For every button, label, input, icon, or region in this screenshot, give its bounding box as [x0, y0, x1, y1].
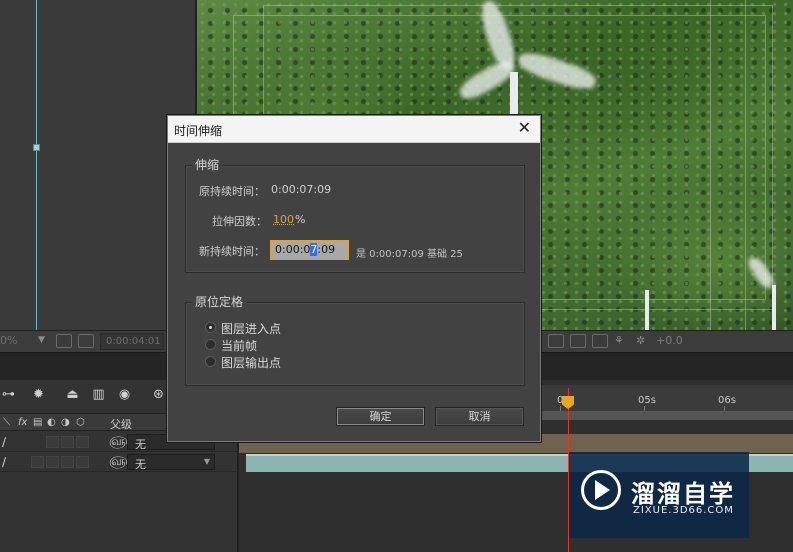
radio-label[interactable]: 图层进入点: [221, 320, 281, 337]
time-stretch-dialog: 时间伸缩 ✕ 伸缩 原持续时间： 0:00:07:09 拉伸因数： 100 % …: [167, 115, 541, 442]
switch-box[interactable]: [61, 436, 74, 448]
center-guide: [710, 0, 746, 330]
switch-box[interactable]: [46, 456, 59, 468]
close-icon[interactable]: ✕: [518, 120, 531, 136]
zoom-select[interactable]: 0% ▼: [0, 334, 50, 349]
new-duration-text: :09: [317, 243, 336, 256]
original-duration-value: 0:00:07:09: [271, 183, 332, 196]
wind-turbine-image-small: [745, 254, 793, 330]
keyframe-guide-line: [36, 0, 37, 330]
stretch-factor-value[interactable]: 100: [273, 213, 294, 226]
hold-in-place-group: 原位定格 图层进入点 当前帧 图层输出点: [185, 293, 525, 386]
dialog-titlebar: 时间伸缩 ✕: [168, 116, 540, 143]
keyframe-handle[interactable]: [33, 144, 40, 151]
switch-box[interactable]: [31, 456, 44, 468]
graph-editor-icon[interactable]: ⊛: [150, 387, 167, 402]
exposure-icon[interactable]: ✲: [636, 334, 652, 348]
cancel-button[interactable]: 取消: [435, 407, 524, 426]
wind-turbine-image: [447, 0, 607, 132]
region-icon[interactable]: [548, 334, 564, 348]
watermark-brand: 溜溜自学: [631, 480, 735, 508]
radio-button[interactable]: [205, 356, 216, 367]
chevron-down-icon: ▼: [203, 457, 210, 466]
shy-switch-icon: ⟍: [3, 417, 10, 428]
play-icon: [595, 480, 610, 500]
switch-box[interactable]: [46, 436, 59, 448]
exposure-value[interactable]: +0.0: [656, 334, 683, 347]
work-area-bar[interactable]: [540, 411, 793, 420]
pen-icon: ∕: [2, 435, 7, 449]
radio-button[interactable]: [205, 339, 216, 350]
stretch-factor-unit: %: [295, 213, 306, 226]
dialog-title: 时间伸缩: [174, 124, 223, 138]
parent-select[interactable]: 无 ▼: [127, 454, 215, 471]
fx-switch-label: fx: [18, 417, 28, 428]
hide-shy-layers-icon[interactable]: ⏏: [64, 387, 81, 402]
draft-3d-icon[interactable]: ✹: [30, 387, 47, 402]
watermark-url: ZIXUE.3D66.COM: [633, 505, 734, 516]
time-ruler[interactable]: 0 05s 06s: [540, 385, 793, 411]
original-duration-label: 原持续时间：: [199, 185, 265, 198]
radio-label[interactable]: 图层输出点: [221, 354, 281, 371]
adjustment-switch-icon: ◑: [61, 417, 70, 428]
composition-flowchart-icon[interactable]: ⊶: [0, 387, 17, 402]
chevron-down-icon: ▼: [38, 335, 45, 345]
watermark-logo: 溜溜自学 ZIXUE.3D66.COM: [569, 452, 749, 538]
ruler-tick-label: 06s: [718, 395, 736, 406]
motion-blur-switch-icon: ◐: [47, 417, 56, 428]
ruler-tick-label: 05s: [638, 395, 656, 406]
frame-blend-switch-icon: ▤: [33, 417, 43, 428]
grid-icon[interactable]: [56, 334, 72, 348]
layer-row[interactable]: ∕ ௵ 无 ▼: [0, 452, 238, 472]
3d-switch-icon: ⬡: [76, 417, 85, 428]
stretch-group: 伸缩 原持续时间： 0:00:07:09 拉伸因数： 100 % 新持续时间： …: [185, 156, 525, 273]
frame-blending-icon[interactable]: ▥: [90, 387, 107, 402]
stretch-factor-label: 拉伸因数：: [212, 215, 267, 228]
motion-blur-icon[interactable]: ◉: [116, 387, 133, 402]
current-time-display[interactable]: 0:00:04:01: [100, 333, 164, 350]
new-duration-text: 0:00:0: [275, 243, 311, 256]
radio-button[interactable]: [205, 322, 216, 333]
mask-icon[interactable]: [78, 334, 94, 348]
pen-icon: ∕: [2, 455, 7, 469]
new-duration-input[interactable]: 0:00:07:09: [270, 240, 349, 260]
ok-button[interactable]: 确定: [336, 407, 425, 426]
switch-box[interactable]: [61, 456, 74, 468]
switch-box[interactable]: [76, 456, 89, 468]
parent-column-label: 父级: [110, 418, 132, 431]
radio-label[interactable]: 当前帧: [221, 337, 257, 354]
wind-turbine-image-far: [627, 285, 667, 330]
stretch-group-label: 伸缩: [192, 156, 223, 173]
new-duration-label: 新持续时间：: [199, 245, 265, 258]
channel-icon[interactable]: [592, 334, 608, 348]
switch-box[interactable]: [76, 436, 89, 448]
flowchart-icon[interactable]: ⚘: [614, 334, 630, 348]
hold-in-place-group-label: 原位定格: [192, 293, 247, 310]
transparency-grid-icon[interactable]: [570, 334, 586, 348]
new-duration-info: 是 0:00:07:09 基础 25: [356, 249, 463, 260]
